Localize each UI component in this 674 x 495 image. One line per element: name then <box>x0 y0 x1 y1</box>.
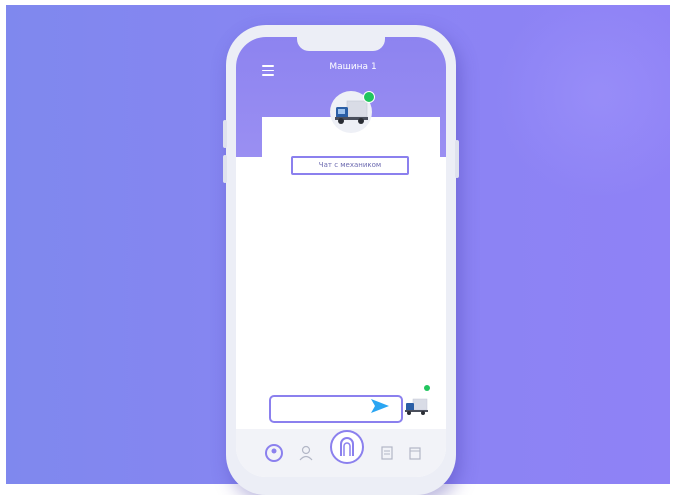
document-icon[interactable] <box>381 446 393 460</box>
online-status-dot <box>363 91 375 103</box>
profile-circle-icon[interactable] <box>264 443 284 463</box>
phone-power-button <box>455 140 459 178</box>
home-tab-button[interactable] <box>330 430 364 464</box>
calendar-icon[interactable] <box>409 446 421 460</box>
phone-side-button <box>223 120 227 148</box>
phone-screen: Машина 1 Чат с механиком <box>236 37 446 477</box>
send-icon[interactable] <box>370 397 390 415</box>
chat-title-label[interactable]: Чат с механиком <box>291 156 409 175</box>
vehicle-thumbnail <box>405 398 428 415</box>
phone-notch <box>297 37 385 51</box>
home-icon <box>340 437 354 456</box>
page-title: Машина 1 <box>329 62 377 72</box>
background-glow <box>490 5 670 195</box>
phone-side-button <box>223 155 227 183</box>
user-icon[interactable] <box>299 445 313 461</box>
thumbnail-online-dot <box>424 385 430 391</box>
